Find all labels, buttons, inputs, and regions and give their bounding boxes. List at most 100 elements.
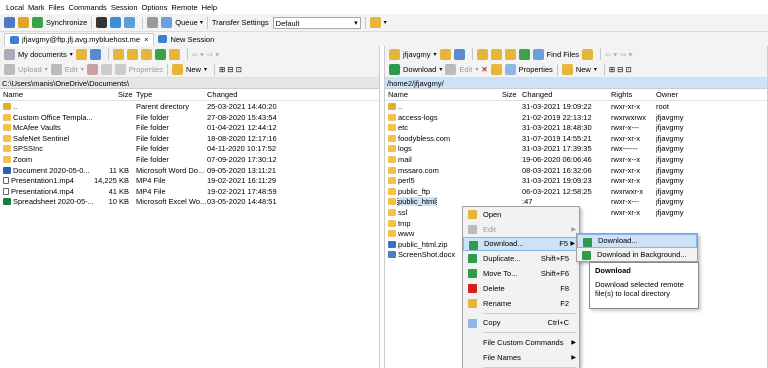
synchronize-button[interactable]: Synchronize (46, 18, 87, 27)
transfer-preset-icon[interactable] (369, 17, 381, 28)
menu-commands[interactable]: Commands (68, 3, 106, 12)
drive-chevron-icon[interactable]: ▾ (70, 51, 73, 58)
new-button[interactable]: New (186, 65, 201, 74)
sync-browse-icon[interactable] (18, 17, 29, 28)
queue-icon[interactable] (161, 17, 173, 28)
filter-icon[interactable] (453, 48, 465, 60)
delete-icon[interactable]: ✕ (481, 65, 487, 74)
close-icon[interactable]: × (144, 35, 148, 44)
compare-icon[interactable] (4, 17, 15, 28)
rename-icon[interactable] (100, 64, 112, 75)
forward-icon[interactable]: ⇨ ▾ (620, 50, 632, 59)
bookmark-icon[interactable] (582, 48, 594, 60)
properties-button[interactable]: Properties (519, 65, 553, 74)
delete-icon[interactable] (86, 64, 98, 75)
menu-mark[interactable]: Mark (28, 3, 45, 12)
unselect-icon[interactable]: ⊟ (227, 65, 233, 74)
back-icon[interactable]: ⇦ ▾ (192, 50, 204, 59)
col-name[interactable]: Name (3, 90, 23, 99)
parent-dir-icon[interactable] (112, 48, 124, 60)
download-button[interactable]: Download (403, 65, 436, 74)
forward-icon[interactable]: ⇨ ▾ (207, 50, 219, 59)
local-file-row[interactable]: Presentation4.mp4 41 KB MP4 File 19-02-2021… (0, 186, 379, 197)
remote-file-row[interactable]: mail 19-06-2020 06:06:46 rwxr-x--x jfjavgmy (385, 154, 767, 165)
console-icon[interactable] (96, 17, 108, 28)
col-size[interactable]: Size (502, 90, 517, 99)
ctx-item-open[interactable]: Open (463, 207, 579, 222)
putty-icon[interactable] (110, 17, 122, 28)
root-dir-icon[interactable] (126, 48, 138, 60)
local-file-row[interactable]: Zoom File folder 07-09-2020 17:30:12 (0, 154, 379, 165)
col-size[interactable]: Size (118, 90, 133, 99)
session-tab[interactable]: jfjavgmy@ftp.jfj.avg.mybluehost.me × (4, 32, 155, 46)
local-file-row[interactable]: Document 2020-05-0... 11 KB Microsoft Word… (0, 165, 379, 176)
local-file-row[interactable]: McAfee Vaults File folder 01-04-2021 12:44… (0, 122, 379, 133)
submenu-download-background[interactable]: Download in Background... (577, 248, 697, 262)
select-all-icon[interactable]: ⊞ (219, 65, 225, 74)
filter-files-icon[interactable]: ⊡ (625, 65, 631, 74)
filter-icon[interactable] (89, 48, 101, 60)
home-icon[interactable] (140, 48, 152, 60)
new-button[interactable]: New (576, 65, 591, 74)
local-path[interactable]: C:\Users\manis\OneDrive\Documents\ (0, 78, 379, 89)
remote-file-row[interactable]: perl5 31-03-2021 19:09:23 rwxr-xr-x jfjavgm… (385, 175, 767, 186)
local-file-row[interactable]: Presentation1.mp4 14,225 KB MP4 File 19-02-… (0, 175, 379, 186)
open-dir-icon[interactable] (439, 48, 451, 60)
col-owner[interactable]: Owner (656, 90, 678, 99)
col-type[interactable]: Type (136, 90, 152, 99)
ctx-item-file-names[interactable]: File Names ▶ (463, 350, 579, 365)
find-files-button[interactable]: Find Files (547, 50, 580, 59)
local-file-row[interactable]: Spreadsheet 2020-05-... 10 KB Microsoft Ex… (0, 196, 379, 207)
back-icon[interactable]: ⇦ ▾ (605, 50, 617, 59)
menu-options[interactable]: Options (142, 3, 168, 12)
ctx-item-duplicate[interactable]: Duplicate... Shift+F5 (463, 251, 579, 266)
ctx-item-delete[interactable]: Delete F8 (463, 281, 579, 296)
remote-file-row[interactable]: access-logs 21-02-2019 22:13:12 rwxrwxrwx j… (385, 112, 767, 123)
parent-dir-icon[interactable] (476, 48, 488, 60)
menu-session[interactable]: Session (111, 3, 138, 12)
ctx-item-copy[interactable]: Copy Ctrl+C (463, 316, 579, 331)
queue-button[interactable]: Queue (175, 18, 198, 27)
remote-drive-select[interactable]: jfjavgmy (403, 50, 431, 59)
properties-button[interactable]: Properties (129, 65, 163, 74)
root-dir-icon[interactable] (490, 48, 502, 60)
col-rights[interactable]: Rights (611, 90, 632, 99)
unselect-icon[interactable]: ⊟ (617, 65, 623, 74)
local-file-row[interactable]: Custom Office Templa... File folder 27-08-… (0, 112, 379, 123)
select-all-icon[interactable]: ⊞ (609, 65, 615, 74)
preset-chevron-icon[interactable]: ▾ (384, 19, 387, 26)
queue-chevron-icon[interactable]: ▾ (200, 19, 203, 26)
remote-file-row[interactable]: logs 31-03-2021 17:39:35 rwx------ jfjavgmy (385, 143, 767, 154)
home-icon[interactable] (504, 48, 516, 60)
filter-files-icon[interactable]: ⊡ (236, 65, 242, 74)
remote-file-row[interactable]: .. 31-03-2021 19:09:22 rwxr-xr-x root (385, 101, 767, 112)
refresh-icon[interactable] (518, 48, 530, 60)
col-changed[interactable]: Changed (207, 90, 237, 99)
remote-path[interactable]: /home2/jfjavgmy/ (385, 78, 767, 89)
ctx-item-move-to[interactable]: Move To... Shift+F6 (463, 266, 579, 281)
transfer-settings-select[interactable]: Default (272, 16, 361, 29)
col-changed[interactable]: Changed (522, 90, 552, 99)
edit-button[interactable]: Edit (65, 65, 78, 74)
local-file-row[interactable]: SPSSInc File folder 04-11-2020 10:17:52 (0, 143, 379, 154)
edit-button[interactable]: Edit (459, 65, 472, 74)
ctx-item-edit[interactable]: Edit ▶ (463, 222, 579, 237)
bookmark-icon[interactable] (168, 48, 180, 60)
remote-file-row[interactable]: public_ftp 06-03-2021 12:58:25 rwxrwxr-x jf… (385, 186, 767, 197)
preferences-icon[interactable] (147, 17, 159, 28)
rename-icon[interactable] (490, 64, 502, 75)
menu-files[interactable]: Files (49, 3, 65, 12)
refresh-icon[interactable] (154, 48, 166, 60)
ctx-item-file-custom-commands[interactable]: File Custom Commands ▶ (463, 335, 579, 350)
ctx-item-rename[interactable]: Rename F2 (463, 296, 579, 311)
new-session-button[interactable]: New Session (170, 35, 214, 44)
open-dir-icon[interactable] (75, 48, 87, 60)
col-name[interactable]: Name (388, 90, 408, 99)
remote-file-row[interactable]: mssaro.com 08-03-2021 16:32:06 rwxr-xr-x jf… (385, 165, 767, 176)
remote-file-row[interactable]: etc 31-03-2021 18:48:30 rwxr-x--- jfjavgmy (385, 122, 767, 133)
local-file-row[interactable]: .. Parent directory 25-03-2021 14:40:20 (0, 101, 379, 112)
local-file-row[interactable]: SafeNet Sentinel File folder 18-08-2020 12… (0, 133, 379, 144)
upload-button[interactable]: Upload (18, 65, 42, 74)
menu-remote[interactable]: Remote (171, 3, 197, 12)
menu-local[interactable]: Local (6, 3, 24, 12)
